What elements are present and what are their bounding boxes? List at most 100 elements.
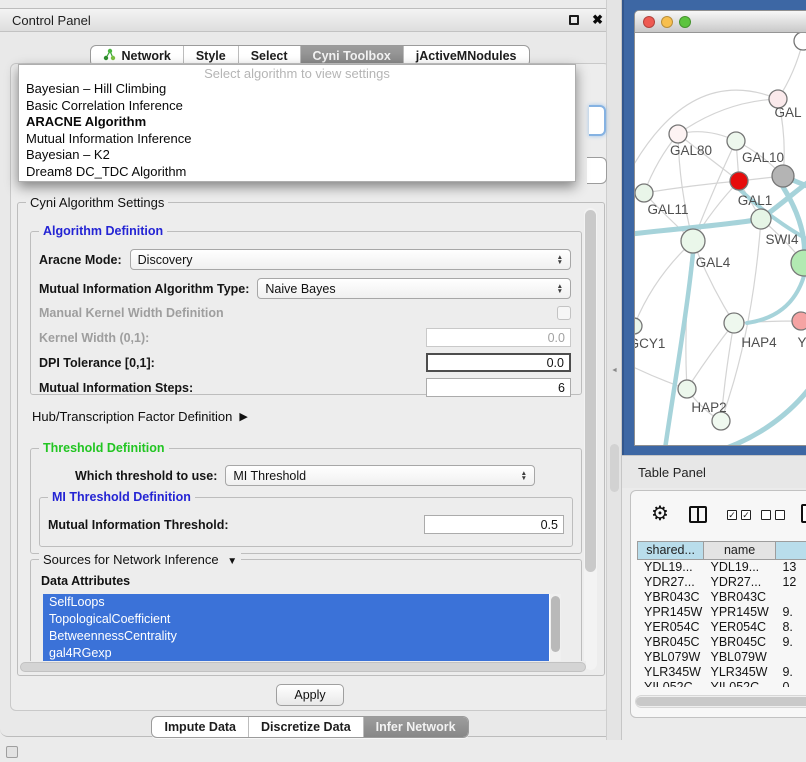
network-node-gcy1[interactable] (635, 318, 642, 334)
mi-steps-field[interactable]: 6 (426, 378, 571, 397)
table-cell: YDR27... (704, 575, 776, 590)
scrollbar-thumb[interactable] (20, 662, 586, 672)
zoom-window-icon[interactable] (679, 16, 691, 28)
minimize-window-icon[interactable] (661, 16, 673, 28)
tab-discretize-data[interactable]: Discretize Data (249, 717, 364, 737)
sources-title-label: Sources for Network Inference (43, 552, 219, 567)
list-scrollbar[interactable] (550, 594, 561, 662)
network-edge (687, 323, 734, 389)
network-node-swi4[interactable] (751, 209, 771, 229)
document-icon[interactable] (801, 504, 806, 523)
network-node-hap4[interactable] (724, 313, 744, 333)
table-cell: YBR045C (637, 635, 704, 650)
select-all-icon[interactable]: ✓✓ (727, 510, 751, 520)
apply-button[interactable]: Apply (276, 684, 344, 706)
table-cell: YPR145W (637, 605, 704, 620)
cyni-bottom-tabs: Impute DataDiscretize DataInfer Network (151, 716, 468, 738)
column-header-col2[interactable] (775, 541, 806, 560)
mi-threshold-field[interactable]: 0.5 (424, 515, 564, 534)
manual-kernel-label: Manual Kernel Width Definition (39, 306, 224, 320)
network-node[interactable] (772, 165, 794, 187)
algorithm-option-bayesian-k2[interactable]: Bayesian – K2 (19, 147, 575, 164)
sources-title[interactable]: Sources for Network Inference ▼ (39, 552, 241, 567)
network-node[interactable] (791, 250, 806, 276)
splitter-handle[interactable] (610, 444, 619, 492)
network-canvas[interactable]: GALGAL80GAL10GAL1GAL11SWI4GAL4GCY1HAP4YH… (635, 33, 806, 446)
table-row[interactable]: YDL19...YDL19...13 (637, 560, 806, 575)
table-row[interactable]: YBR045CYBR045C9. (637, 635, 806, 650)
tab-impute-data[interactable]: Impute Data (152, 717, 249, 737)
table-row[interactable]: YLR345WYLR345W9. (637, 665, 806, 680)
gear-icon[interactable]: ⚙ (651, 501, 669, 526)
settings-hscrollbar[interactable] (20, 661, 586, 673)
network-node-gal1[interactable] (730, 172, 748, 190)
tab-label: Network (121, 49, 170, 63)
hub-transcription-factor-section[interactable]: Hub/Transcription Factor Definition ▶ (32, 409, 248, 424)
mi-threshold-label: Mutual Information Threshold: (48, 518, 229, 532)
table-cell: 0. (775, 680, 806, 687)
attribute-item-gal4rgexp[interactable]: gal4RGexp (43, 645, 549, 662)
scrollbar-thumb[interactable] (636, 697, 806, 706)
close-window-icon[interactable] (643, 16, 655, 28)
network-node-y[interactable] (792, 312, 806, 330)
threshold-select[interactable]: MI Threshold ▲▼ (225, 465, 535, 486)
float-panel-icon[interactable] (569, 15, 579, 25)
table-header-row: shared...name (637, 541, 806, 560)
table-row[interactable]: YER054CYER054C8. (637, 620, 806, 635)
close-panel-icon[interactable]: ✖ (592, 15, 603, 25)
table-row[interactable]: YIL052CYIL052C0. (637, 680, 806, 687)
table-row[interactable]: YBR043CYBR043C (637, 590, 806, 605)
manual-kernel-checkbox[interactable] (557, 306, 571, 320)
network-node-hap2[interactable] (678, 380, 696, 398)
network-node-gal10[interactable] (727, 132, 745, 150)
attribute-item-betweennesscentrality[interactable]: BetweennessCentrality (43, 628, 549, 645)
settings-scrollbar[interactable] (584, 208, 597, 670)
aracne-mode-select[interactable]: Discovery ▲▼ (130, 249, 571, 270)
columns-icon[interactable] (689, 506, 707, 523)
scrollbar-thumb[interactable] (585, 210, 596, 572)
scrollbar-thumb[interactable] (551, 596, 560, 652)
algorithm-option-basic-correlation-inference[interactable]: Basic Correlation Inference (19, 98, 575, 115)
table-cell: YER054C (637, 620, 704, 635)
table-cell: YDL19... (704, 560, 776, 575)
collapse-arrow-icon[interactable]: ▼ (227, 556, 237, 567)
network-node-gal80[interactable] (669, 125, 687, 143)
collapsed-panel-grip[interactable] (6, 746, 18, 758)
network-node-gal11[interactable] (635, 184, 653, 202)
dpi-tolerance-field[interactable]: 0.0 (426, 353, 571, 372)
network-window: GALGAL80GAL10GAL1GAL11SWI4GAL4GCY1HAP4YH… (634, 10, 806, 446)
network-node[interactable] (794, 33, 806, 50)
algorithm-option-bayesian-hill-climbing[interactable]: Bayesian – Hill Climbing (19, 81, 575, 98)
panel-title: Control Panel (12, 13, 91, 28)
algorithm-option-mutual-information-inference[interactable]: Mutual Information Inference (19, 131, 575, 148)
data-attributes-list[interactable]: SelfLoopsTopologicalCoefficientBetweenne… (43, 594, 561, 662)
table-cell: YDL19... (637, 560, 704, 575)
combo-arrows-icon: ▲▼ (557, 255, 563, 265)
column-header-name[interactable]: name (703, 541, 776, 560)
group-title: Algorithm Definition (39, 224, 167, 238)
network-window-titlebar[interactable] (635, 11, 806, 33)
mi-algorithm-type-select[interactable]: Naive Bayes ▲▼ (257, 278, 571, 299)
hidden-combo-fragment (589, 105, 606, 136)
group-title: Threshold Definition (39, 441, 169, 455)
algorithm-option-dream8-dc-tdc-algorithm[interactable]: Dream8 DC_TDC Algorithm (19, 164, 575, 181)
node-label: Y (797, 335, 806, 350)
splitter-collapse-icon[interactable]: ◄ (611, 367, 618, 374)
table-row[interactable]: YBL079WYBL079W (637, 650, 806, 665)
tab-infer-network[interactable]: Infer Network (364, 717, 468, 737)
table-row[interactable]: YDR27...YDR27...12 (637, 575, 806, 590)
table-row[interactable]: YPR145WYPR145W9. (637, 605, 806, 620)
expand-arrow-icon[interactable]: ▶ (239, 410, 247, 423)
tab-label: Style (196, 49, 226, 63)
attribute-item-topologicalcoefficient[interactable]: TopologicalCoefficient (43, 611, 549, 628)
network-node-gal4[interactable] (681, 229, 705, 253)
attribute-item-selfloops[interactable]: SelfLoops (43, 594, 549, 611)
combo-arrows-icon: ▲▼ (521, 471, 527, 481)
column-header-shared[interactable]: shared... (637, 541, 704, 560)
kernel-width-field[interactable]: 0.0 (426, 328, 571, 347)
table-hscrollbar[interactable] (635, 695, 806, 708)
table-cell: 9. (775, 605, 806, 620)
deselect-all-icon[interactable] (761, 510, 785, 520)
table-cell: YDR27... (637, 575, 704, 590)
algorithm-option-aracne-algorithm[interactable]: ARACNE Algorithm (19, 114, 575, 131)
